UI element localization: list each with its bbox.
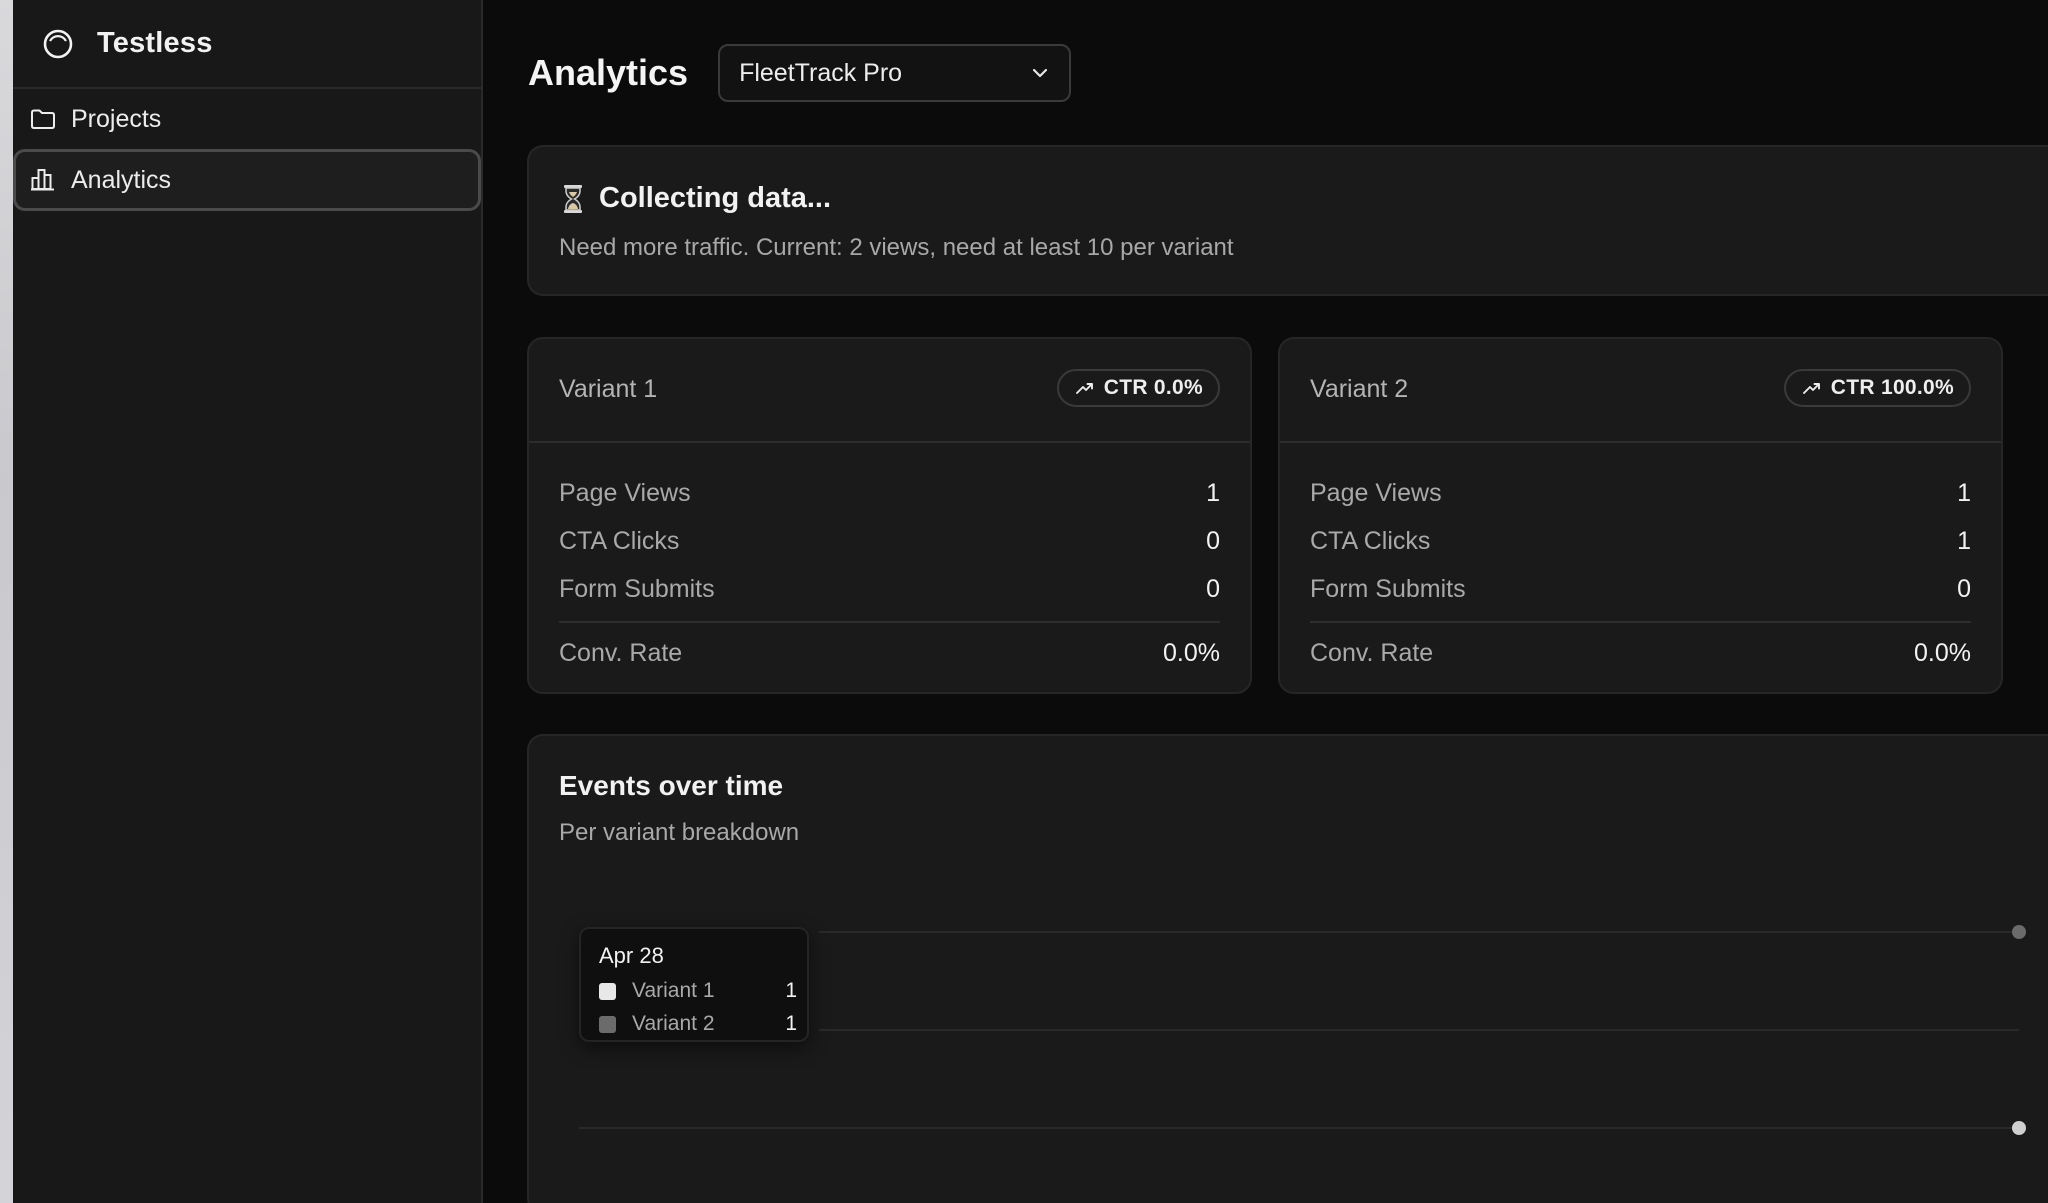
collecting-data-alert: Collecting data... Need more traffic. Cu… [527,145,2048,296]
tooltip-row: Variant 2 1 [599,1012,797,1036]
project-select[interactable]: FleetTrack Pro [718,44,1072,102]
app-window: Testless Projects Analytics Analytics Fl… [0,0,2048,1203]
sidebar-item-analytics[interactable]: Analytics [13,149,481,211]
metric-value: 0 [1206,526,1220,555]
metric-label: CTA Clicks [1310,526,1431,555]
sidebar-item-label: Analytics [71,165,172,194]
alert-title: Collecting data... [559,182,831,215]
sidebar: Testless Projects Analytics [13,0,483,1203]
metric-label: Page Views [1310,478,1442,507]
metric-row-conv-rate: Conv. Rate 0.0% [1310,629,1971,677]
metric-value: 0 [1206,574,1220,603]
legend-swatch-variant-1 [599,982,616,1000]
variant-card-header: Variant 2 CTR 100.0% [1280,339,2001,443]
logo-icon [41,27,75,61]
tooltip-series-value: 1 [785,979,797,1002]
legend-swatch-variant-2 [599,1015,616,1033]
tooltip-series-name: Variant 1 [632,979,715,1002]
brand[interactable]: Testless [13,0,481,89]
tooltip-series-name: Variant 2 [632,1012,715,1035]
metric-label: Conv. Rate [559,638,683,667]
variant-card-body: Page Views 1 CTA Clicks 0 Form Submits 0… [529,443,1250,677]
ctr-value: CTR 100.0% [1830,376,1954,399]
metric-row-page-views: Page Views 1 [559,469,1220,517]
main-content: Analytics FleetTrack Pro Collecting data… [485,0,2048,1203]
metric-row-cta-clicks: CTA Clicks 1 [1310,517,1971,565]
sidebar-item-projects[interactable]: Projects [13,89,481,149]
sidebar-nav: Projects Analytics [13,89,481,211]
metrics-list: Page Views 1 CTA Clicks 1 Form Submits 0 [1310,443,1971,613]
variant-card-header: Variant 1 CTR 0.0% [529,339,1250,443]
page-title: Analytics [528,52,689,93]
metric-value: 0.0% [1914,638,1971,667]
metric-label: Form Submits [1310,574,1466,603]
alert-title-text: Collecting data... [599,182,832,214]
page-header: Analytics FleetTrack Pro [528,44,1072,102]
metric-label: CTA Clicks [559,526,680,555]
metric-row-conv-rate: Conv. Rate 0.0% [559,629,1220,677]
metric-row-form-submits: Form Submits 0 [559,565,1220,613]
tooltip-series-value: 1 [785,1012,797,1035]
metric-value: 1 [1206,478,1220,507]
metric-value: 0.0% [1163,638,1220,667]
hourglass-icon [559,183,587,215]
metric-row-page-views: Page Views 1 [1310,469,1971,517]
ctr-badge: CTR 0.0% [1056,369,1220,407]
variant-card-1: Variant 1 CTR 0.0% Page Views 1 CTA Clic… [527,337,1252,694]
metric-label: Conv. Rate [1310,638,1434,667]
data-point-variant-2[interactable] [2012,1121,2026,1135]
metric-value: 1 [1957,526,1971,555]
variant-name: Variant 1 [559,375,658,403]
chevron-down-icon [1029,62,1051,84]
metric-row-cta-clicks: CTA Clicks 0 [559,517,1220,565]
tooltip-date: Apr 28 [599,943,664,968]
data-point-variant-1[interactable] [2012,925,2026,939]
metrics-divider [1310,621,1971,623]
app-name: Testless [97,27,213,59]
desktop-edge [0,0,13,1203]
tooltip-row: Variant 1 1 [599,979,797,1003]
metric-label: Form Submits [559,574,715,603]
chart-tooltip: Apr 28 Variant 1 1 Variant 2 1 [579,927,809,1042]
project-select-value: FleetTrack Pro [739,58,903,87]
variant-card-2: Variant 2 CTR 100.0% Page Views 1 CTA Cl… [1278,337,2003,694]
variant-card-body: Page Views 1 CTA Clicks 1 Form Submits 0… [1280,443,2001,677]
ctr-value: CTR 0.0% [1103,376,1203,399]
alert-message: Need more traffic. Current: 2 views, nee… [559,234,1234,261]
bar-chart-icon [29,166,57,194]
events-chart-card: Events over time Per variant breakdown A… [527,734,2048,1203]
metric-row-form-submits: Form Submits 0 [1310,565,1971,613]
metric-value: 1 [1957,478,1971,507]
sidebar-item-label: Projects [71,104,162,133]
metric-value: 0 [1957,574,1971,603]
folder-icon [29,105,57,133]
metrics-list: Page Views 1 CTA Clicks 0 Form Submits 0 [559,443,1220,613]
variant-name: Variant 2 [1310,375,1409,403]
metric-label: Page Views [559,478,691,507]
trending-up-icon [1801,377,1823,399]
metrics-divider [559,621,1220,623]
trending-up-icon [1074,377,1096,399]
ctr-badge: CTR 100.0% [1783,369,1971,407]
